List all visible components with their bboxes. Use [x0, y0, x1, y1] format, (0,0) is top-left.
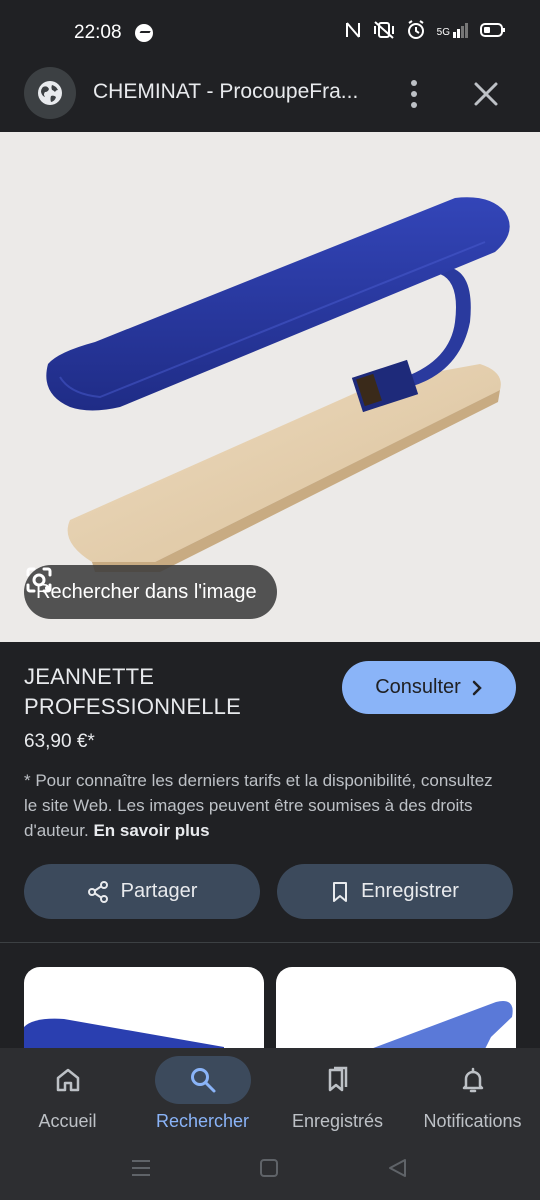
share-button[interactable]: Partager [24, 864, 260, 919]
site-favicon[interactable] [24, 67, 76, 119]
save-button-label: Enregistrer [361, 880, 459, 902]
globe-icon [38, 81, 62, 105]
status-time: 22:08 [74, 22, 122, 43]
more-options-icon[interactable] [400, 78, 428, 110]
bookmarks-icon [328, 1066, 347, 1092]
share-button-label: Partager [120, 880, 198, 902]
nav-item-search[interactable]: Rechercher [135, 1048, 270, 1140]
google-lens-icon [26, 567, 52, 593]
battery-icon [480, 23, 505, 37]
search-in-image-button[interactable]: Rechercher dans l'image [24, 565, 277, 619]
chevron-right-icon [472, 680, 482, 695]
price-disclaimer: * Pour connaître les derniers tarifs et … [24, 768, 504, 843]
system-navigation-bar [0, 1140, 540, 1200]
network-type: 5G [436, 26, 450, 38]
product-title: JEANNETTE PROFESSIONNELLE [24, 662, 324, 722]
nfc-icon [345, 22, 360, 38]
nav-label-search: Rechercher [155, 1111, 250, 1131]
search-in-image-label: Rechercher dans l'image [36, 580, 257, 603]
back-icon[interactable] [386, 1157, 408, 1179]
nav-item-home[interactable]: Accueil [0, 1048, 135, 1140]
status-icons: 5G [345, 20, 506, 40]
share-icon [87, 880, 108, 903]
status-bar: 22:08 5G [0, 0, 540, 64]
vibrate-off-icon [373, 21, 394, 39]
recent-apps-icon[interactable] [130, 1158, 152, 1178]
messenger-icon [135, 24, 153, 42]
bottom-navigation: Accueil Rechercher Enregistrés Notificat… [0, 1048, 540, 1140]
learn-more-link[interactable]: En savoir plus [93, 821, 209, 840]
nav-label-notifications: Notifications [423, 1111, 522, 1131]
signal-icon: 5G [436, 22, 468, 38]
nav-label-saved: Enregistrés [291, 1111, 384, 1131]
page-title[interactable]: CHEMINAT - ProcoupeFra... [93, 80, 358, 104]
save-button[interactable]: Enregistrer [277, 864, 513, 919]
product-title-line1: JEANNETTE [24, 664, 155, 689]
product-price: 63,90 €* [24, 731, 95, 752]
product-title-line2: PROFESSIONNELLE [24, 694, 241, 719]
visit-button[interactable]: Consulter [342, 661, 516, 714]
nav-item-saved[interactable]: Enregistrés [270, 1048, 405, 1140]
visit-button-label: Consulter [375, 676, 461, 698]
section-divider [0, 942, 540, 943]
nav-item-notifications[interactable]: Notifications [405, 1048, 540, 1140]
bell-icon [462, 1067, 483, 1093]
product-image[interactable]: Rechercher dans l'image [0, 132, 540, 642]
home-button-icon[interactable] [259, 1158, 279, 1178]
home-icon [56, 1068, 79, 1092]
bookmark-icon [333, 881, 348, 902]
alarm-icon [407, 20, 424, 39]
close-icon[interactable] [470, 78, 502, 110]
nav-label-home: Accueil [38, 1111, 97, 1131]
search-icon [190, 1068, 215, 1093]
viewer-header: CHEMINAT - ProcoupeFra... [0, 64, 540, 132]
